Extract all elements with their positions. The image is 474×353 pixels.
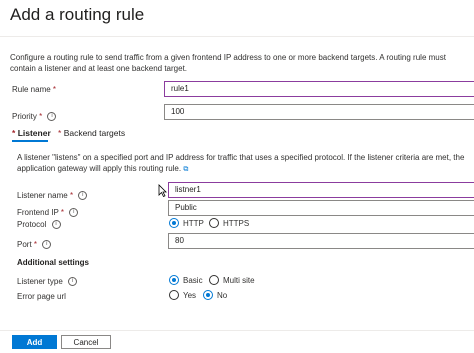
protocol-radio-http[interactable]: HTTP <box>169 218 204 228</box>
error-page-option-yes: Yes <box>183 290 197 300</box>
protocol-radio-https[interactable]: HTTPS <box>209 218 249 228</box>
listener-type-label: Listener type <box>17 277 63 286</box>
frontend-ip-label-group: Frontend IP * i <box>17 208 79 218</box>
additional-settings-heading: Additional settings <box>17 258 89 267</box>
required-mark: * <box>12 128 16 138</box>
port-input[interactable]: 80 <box>168 233 474 249</box>
tab-backend-targets-label: Backend targets <box>63 128 126 138</box>
radio-unselected-icon[interactable] <box>169 290 179 300</box>
rule-name-label: Rule name <box>12 85 51 94</box>
error-page-option-no: No <box>217 290 228 300</box>
protocol-option-https: HTTPS <box>223 218 250 228</box>
rule-name-value: rule1 <box>171 84 189 93</box>
radio-unselected-icon[interactable] <box>209 275 219 285</box>
listener-name-label-group: Listener name * i <box>17 191 88 201</box>
required-mark: * <box>69 191 74 200</box>
priority-label-group: Priority * i <box>12 112 57 122</box>
required-mark: * <box>60 208 65 217</box>
page-title: Add a routing rule <box>10 5 145 24</box>
port-label-group: Port * i <box>17 240 52 250</box>
listener-type-option-basic: Basic <box>183 275 203 285</box>
listener-type-radio-basic[interactable]: Basic <box>169 275 203 285</box>
required-mark: * <box>58 128 62 138</box>
tab-active-indicator <box>12 140 48 142</box>
radio-selected-icon[interactable] <box>169 218 179 228</box>
listener-description-text: A listener "listens" on a specified port… <box>17 153 465 173</box>
page-description: Configure a routing rule to send traffic… <box>10 53 446 73</box>
frontend-ip-select[interactable]: Public <box>168 200 474 216</box>
listener-description: A listener "listens" on a specified port… <box>17 152 472 175</box>
cancel-button[interactable]: Cancel <box>61 335 111 349</box>
required-mark: * <box>52 85 57 94</box>
port-label: Port <box>17 240 32 249</box>
info-icon[interactable]: i <box>47 112 57 122</box>
listener-type-label-group: Listener type i <box>17 277 78 287</box>
tab-backend-targets[interactable]: * Backend targets <box>58 128 125 138</box>
radio-selected-icon[interactable] <box>169 275 179 285</box>
error-page-url-label: Error page url <box>17 292 66 301</box>
rule-name-input[interactable]: rule1 <box>164 81 474 97</box>
protocol-option-http: HTTP <box>183 218 204 228</box>
error-page-radio-yes[interactable]: Yes <box>169 290 196 300</box>
priority-input[interactable]: 100 <box>164 104 474 120</box>
tab-listener[interactable]: * Listener <box>12 128 51 138</box>
mouse-cursor-icon <box>158 184 167 197</box>
port-value: 80 <box>175 236 184 245</box>
priority-value: 100 <box>171 107 185 116</box>
frontend-ip-value: Public <box>175 203 197 212</box>
external-link-icon[interactable]: ⧉ <box>183 166 188 173</box>
listener-type-option-multisite: Multi site <box>223 275 255 285</box>
error-page-radio-no[interactable]: No <box>203 290 227 300</box>
tab-listener-label: Listener <box>17 128 51 138</box>
radio-unselected-icon[interactable] <box>209 218 219 228</box>
protocol-label: Protocol <box>17 220 47 229</box>
priority-label: Priority <box>12 112 37 121</box>
frontend-ip-label: Frontend IP <box>17 208 59 217</box>
radio-selected-icon[interactable] <box>203 290 213 300</box>
info-icon[interactable]: i <box>78 191 88 201</box>
info-icon[interactable]: i <box>69 208 79 218</box>
info-icon[interactable]: i <box>68 277 78 287</box>
info-icon[interactable]: i <box>51 220 61 230</box>
add-button[interactable]: Add <box>12 335 57 349</box>
required-mark: * <box>33 240 38 249</box>
listener-name-input[interactable]: listner1 <box>168 182 474 198</box>
listener-type-radio-multisite[interactable]: Multi site <box>209 275 255 285</box>
protocol-label-group: Protocol i <box>17 220 61 230</box>
info-icon[interactable]: i <box>42 240 52 250</box>
footer-divider <box>0 330 474 331</box>
listener-name-label: Listener name <box>17 191 68 200</box>
rule-name-label-group: Rule name * <box>12 85 56 94</box>
header-divider <box>0 36 474 37</box>
listener-name-value: listner1 <box>175 185 201 194</box>
required-mark: * <box>39 112 43 121</box>
